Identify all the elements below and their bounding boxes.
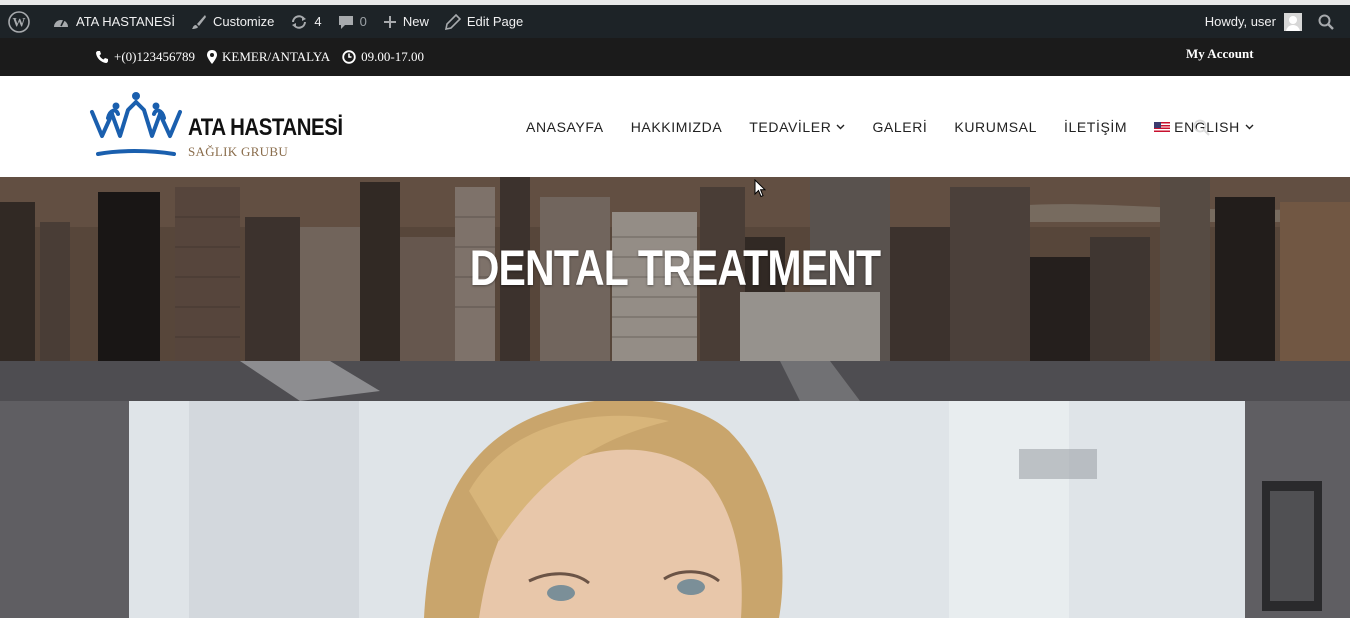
nav-label: ANASAYFA: [526, 118, 604, 135]
customize-link[interactable]: Customize: [183, 5, 282, 38]
map-marker-icon: [207, 50, 217, 64]
admin-search-button[interactable]: [1310, 5, 1350, 38]
site-name-link[interactable]: ATA HASTANESİ: [44, 5, 183, 38]
dashboard-icon: [54, 19, 68, 27]
nav-item-anasayfa[interactable]: ANASAYFA: [526, 119, 604, 135]
my-account-link[interactable]: My Account: [1186, 46, 1254, 62]
edit-page-link[interactable]: Edit Page: [437, 5, 531, 38]
crown-logo-icon: [90, 92, 182, 156]
wp-admin-bar: W ATA HASTANESİ Customize 4 0 New Edit P…: [0, 5, 1350, 38]
howdy-label: Howdy, user: [1204, 14, 1276, 29]
updates-icon: [292, 14, 307, 29]
svg-text:W: W: [13, 14, 26, 29]
nav-label: İLETİŞİM: [1063, 118, 1128, 135]
dental-patient-photo: [129, 401, 1245, 618]
updates-link[interactable]: 4: [282, 5, 329, 38]
clock-icon: [342, 50, 356, 64]
pencil-icon: [444, 13, 461, 30]
nav-label: GALERİ: [872, 118, 928, 135]
phone-icon: [96, 51, 108, 63]
chevron-down-icon: [1245, 124, 1254, 129]
hours-contact: 09.00-17.00: [342, 49, 424, 65]
location-text: KEMER/ANTALYA: [222, 49, 331, 64]
comments-count: 0: [359, 14, 367, 29]
nav-item-hakkimizda[interactable]: HAKKIMIZDA: [631, 119, 723, 135]
nav-label: HAKKIMIZDA: [630, 118, 723, 135]
page-content: [0, 361, 1350, 618]
header-search-button[interactable]: [1193, 119, 1210, 141]
hero-banner: DENTAL TREATMENT: [0, 177, 1350, 361]
us-flag-icon: [1154, 121, 1171, 132]
comments-link[interactable]: 0: [330, 5, 375, 38]
my-account-menu[interactable]: Howdy, user: [1197, 5, 1310, 38]
chevron-down-icon: [836, 124, 845, 129]
search-icon: [1318, 14, 1334, 30]
opening-hours: 09.00-17.00: [361, 49, 424, 64]
page-title: DENTAL TREATMENT: [469, 240, 881, 296]
patient-face-image: [129, 401, 1245, 618]
nav-label: KURUMSAL: [954, 118, 1037, 135]
nav-item-iletisim[interactable]: İLETİŞİM: [1064, 119, 1127, 135]
nav-item-kurumsal[interactable]: KURUMSAL: [954, 119, 1037, 135]
location-contact: KEMER/ANTALYA: [207, 49, 330, 65]
edit-page-label: Edit Page: [466, 14, 524, 29]
main-navigation: ANASAYFA HAKKIMIZDA TEDAVİLER GALERİ KUR…: [526, 76, 1281, 177]
wordpress-icon: W: [8, 10, 30, 33]
avatar: [1284, 12, 1302, 31]
site-header: ATA HASTANESİ SAĞLIK GRUBU ANASAYFA HAKK…: [0, 76, 1350, 177]
phone-contact[interactable]: +(0)123456789: [95, 49, 195, 65]
logo-subtitle: SAĞLIK GRUBU: [188, 144, 289, 159]
comment-icon: [338, 15, 353, 29]
site-name-label: ATA HASTANESİ: [76, 14, 175, 29]
logo-title: ATA HASTANESİ: [188, 114, 343, 141]
search-icon: [1193, 119, 1210, 136]
new-content-link[interactable]: New: [375, 5, 437, 38]
contact-bar: +(0)123456789 KEMER/ANTALYA 09.00-17.00 …: [0, 38, 1350, 76]
nav-item-tedaviler[interactable]: TEDAVİLER: [749, 119, 845, 135]
plus-icon: [383, 15, 396, 28]
new-label: New: [402, 14, 429, 29]
customize-label: Customize: [212, 14, 275, 29]
wordpress-logo-button[interactable]: W: [0, 5, 44, 38]
nav-item-galeri[interactable]: GALERİ: [872, 119, 927, 135]
paintbrush-icon: [191, 14, 206, 29]
phone-number: +(0)123456789: [114, 49, 195, 64]
site-logo[interactable]: ATA HASTANESİ SAĞLIK GRUBU: [88, 88, 348, 164]
mouse-cursor-icon: [754, 179, 766, 198]
nav-label: TEDAVİLER: [749, 118, 832, 135]
updates-count: 4: [314, 14, 322, 29]
